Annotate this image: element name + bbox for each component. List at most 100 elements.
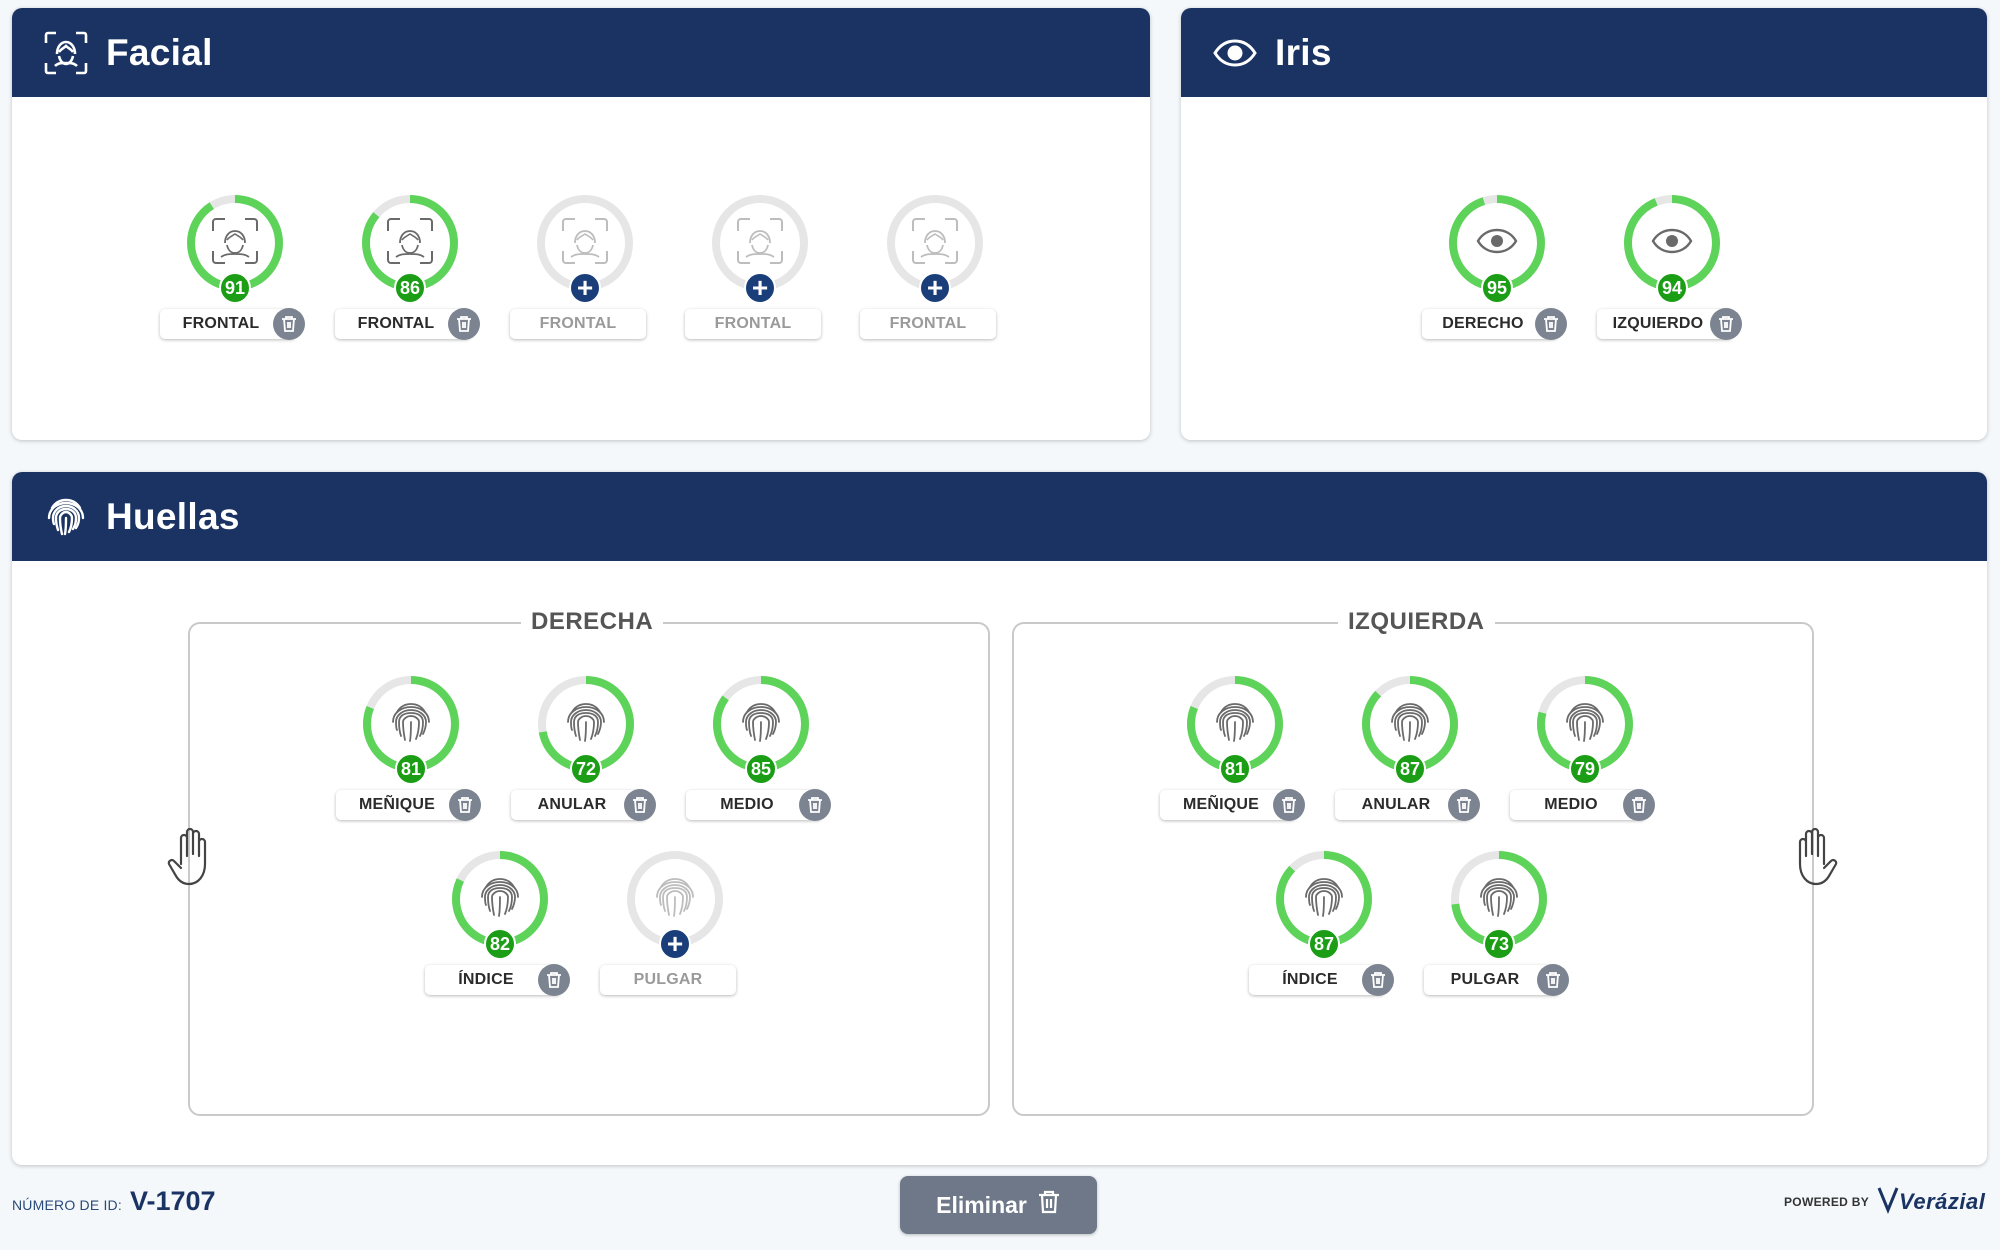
right-hand-group: DERECHA 81 MEÑIQUE 72 ANULAR 85 MEDIO 82…	[188, 608, 990, 1116]
right-finger-slot[interactable]: + PULGAR	[600, 849, 750, 999]
left-finger-quality-ring[interactable]: 79	[1535, 674, 1635, 785]
facial-sample-slot[interactable]: 91 FRONTAL	[160, 193, 310, 343]
facial-sample-label-row: FRONTAL	[160, 308, 310, 340]
right-finger-score-badge: 82	[484, 928, 516, 960]
eye-icon	[1211, 29, 1259, 77]
add-icon[interactable]: +	[744, 272, 776, 304]
add-icon[interactable]: +	[919, 272, 951, 304]
left-finger-quality-ring[interactable]: 87	[1274, 849, 1374, 960]
facial-sample-label-row: FRONTAL	[685, 309, 835, 339]
huellas-panel: Huellas DERECHA 81 MEÑIQUE 72 ANULAR 85 …	[12, 472, 1987, 1165]
verazial-logo-icon	[1877, 1184, 1899, 1219]
trash-icon[interactable]	[1273, 789, 1305, 821]
delete-button-label: Eliminar	[936, 1191, 1027, 1218]
right-finger-label: PULGAR	[600, 965, 736, 995]
left-hand-icon	[1790, 824, 1840, 888]
facial-sample-slot[interactable]: + FRONTAL	[510, 193, 660, 343]
iris-sample-label-row: DERECHO	[1422, 308, 1572, 340]
powered-by: POWERED BY Verázial	[1784, 1184, 1985, 1219]
trash-icon[interactable]	[624, 789, 656, 821]
trash-icon[interactable]	[1362, 964, 1394, 996]
add-icon[interactable]: +	[569, 272, 601, 304]
trash-icon[interactable]	[1535, 308, 1567, 340]
id-number: NÚMERO DE ID: V-1707	[12, 1186, 216, 1217]
left-finger-score-badge: 81	[1219, 753, 1251, 785]
right-finger-slot[interactable]: 85 MEDIO	[686, 674, 836, 824]
trash-icon[interactable]	[273, 308, 305, 340]
trash-icon[interactable]	[449, 789, 481, 821]
left-finger-slot[interactable]: 79 MEDIO	[1510, 674, 1660, 824]
left-finger-slot[interactable]: 81 MEÑIQUE	[1160, 674, 1310, 824]
trash-icon[interactable]	[799, 789, 831, 821]
left-finger-slot[interactable]: 87 ANULAR	[1335, 674, 1485, 824]
left-finger-label-row: MEÑIQUE	[1160, 789, 1310, 821]
iris-title: Iris	[1275, 31, 1332, 73]
trash-icon[interactable]	[1710, 308, 1742, 340]
right-hand-icon	[165, 824, 215, 888]
left-hand-group: IZQUIERDA 81 MEÑIQUE 87 ANULAR 79 MEDIO …	[1012, 608, 1814, 1116]
facial-sample-slot[interactable]: + FRONTAL	[685, 193, 835, 343]
facial-panel: Facial 91 FRONTAL 86 FRONTAL + FRONTAL +…	[12, 8, 1150, 440]
iris-sample-label-row: IZQUIERDO	[1597, 308, 1747, 340]
right-finger-score-badge: 81	[395, 753, 427, 785]
left-finger-quality-ring[interactable]: 87	[1360, 674, 1460, 785]
facial-sample-label-row: FRONTAL	[510, 309, 660, 339]
facial-sample-label-row: FRONTAL	[335, 308, 485, 340]
id-label: NÚMERO DE ID:	[12, 1197, 122, 1213]
right-finger-slot[interactable]: 82 ÍNDICE	[425, 849, 575, 999]
huellas-header: Huellas	[12, 472, 1987, 561]
trash-icon[interactable]	[448, 308, 480, 340]
iris-sample-quality-ring[interactable]: 95	[1447, 193, 1547, 304]
right-finger-label-row: MEDIO	[686, 789, 836, 821]
right-finger-score-badge: 85	[745, 753, 777, 785]
facial-sample-quality-ring[interactable]: 86	[360, 193, 460, 304]
facial-sample-label: FRONTAL	[860, 309, 996, 339]
right-finger-quality-ring[interactable]: +	[625, 849, 725, 960]
iris-sample-quality-ring[interactable]: 94	[1622, 193, 1722, 304]
right-finger-slot[interactable]: 72 ANULAR	[511, 674, 661, 824]
facial-sample-quality-ring[interactable]: 91	[185, 193, 285, 304]
trash-icon[interactable]	[538, 964, 570, 996]
facial-sample-label: FRONTAL	[510, 309, 646, 339]
facial-title: Facial	[106, 31, 213, 73]
facial-sample-slot[interactable]: + FRONTAL	[860, 193, 1010, 343]
left-finger-label-row: ÍNDICE	[1249, 964, 1399, 996]
id-value: V-1707	[129, 1186, 216, 1216]
powered-by-label: POWERED BY	[1784, 1194, 1870, 1209]
right-finger-score-badge: 72	[570, 753, 602, 785]
add-icon[interactable]: +	[659, 928, 691, 960]
trash-icon[interactable]	[1448, 789, 1480, 821]
facial-sample-slot[interactable]: 86 FRONTAL	[335, 193, 485, 343]
left-finger-label-row: ANULAR	[1335, 789, 1485, 821]
trash-icon[interactable]	[1623, 789, 1655, 821]
facial-sample-quality-ring[interactable]: +	[885, 193, 985, 304]
right-finger-quality-ring[interactable]: 72	[536, 674, 636, 785]
facial-sample-quality-ring[interactable]: +	[535, 193, 635, 304]
brand-name: Verázial	[1899, 1188, 1986, 1214]
right-finger-slot[interactable]: 81 MEÑIQUE	[336, 674, 486, 824]
iris-sample-slot[interactable]: 94 IZQUIERDO	[1597, 193, 1747, 343]
huellas-title: Huellas	[106, 495, 240, 537]
facial-sample-label-row: FRONTAL	[860, 309, 1010, 339]
right-finger-quality-ring[interactable]: 81	[361, 674, 461, 785]
iris-sample-slot[interactable]: 95 DERECHO	[1422, 193, 1572, 343]
right-finger-label-row: PULGAR	[600, 965, 750, 995]
left-finger-slot[interactable]: 73 PULGAR	[1424, 849, 1574, 999]
facial-sample-score-badge: 91	[219, 272, 251, 304]
right-finger-quality-ring[interactable]: 82	[450, 849, 550, 960]
left-finger-quality-ring[interactable]: 73	[1449, 849, 1549, 960]
right-finger-label-row: ANULAR	[511, 789, 661, 821]
iris-sample-score-badge: 95	[1481, 272, 1513, 304]
left-finger-quality-ring[interactable]: 81	[1185, 674, 1285, 785]
iris-sample-score-badge: 94	[1656, 272, 1688, 304]
trash-icon[interactable]	[1537, 964, 1569, 996]
face-scan-icon	[42, 29, 90, 77]
right-finger-quality-ring[interactable]: 85	[711, 674, 811, 785]
delete-button[interactable]: Eliminar	[900, 1176, 1097, 1234]
facial-sample-quality-ring[interactable]: +	[710, 193, 810, 304]
left-finger-slot[interactable]: 87 ÍNDICE	[1249, 849, 1399, 999]
right-hand-legend: DERECHA	[521, 608, 664, 636]
facial-header: Facial	[12, 8, 1150, 97]
fingerprint-icon	[42, 493, 90, 541]
left-finger-score-badge: 73	[1483, 928, 1515, 960]
